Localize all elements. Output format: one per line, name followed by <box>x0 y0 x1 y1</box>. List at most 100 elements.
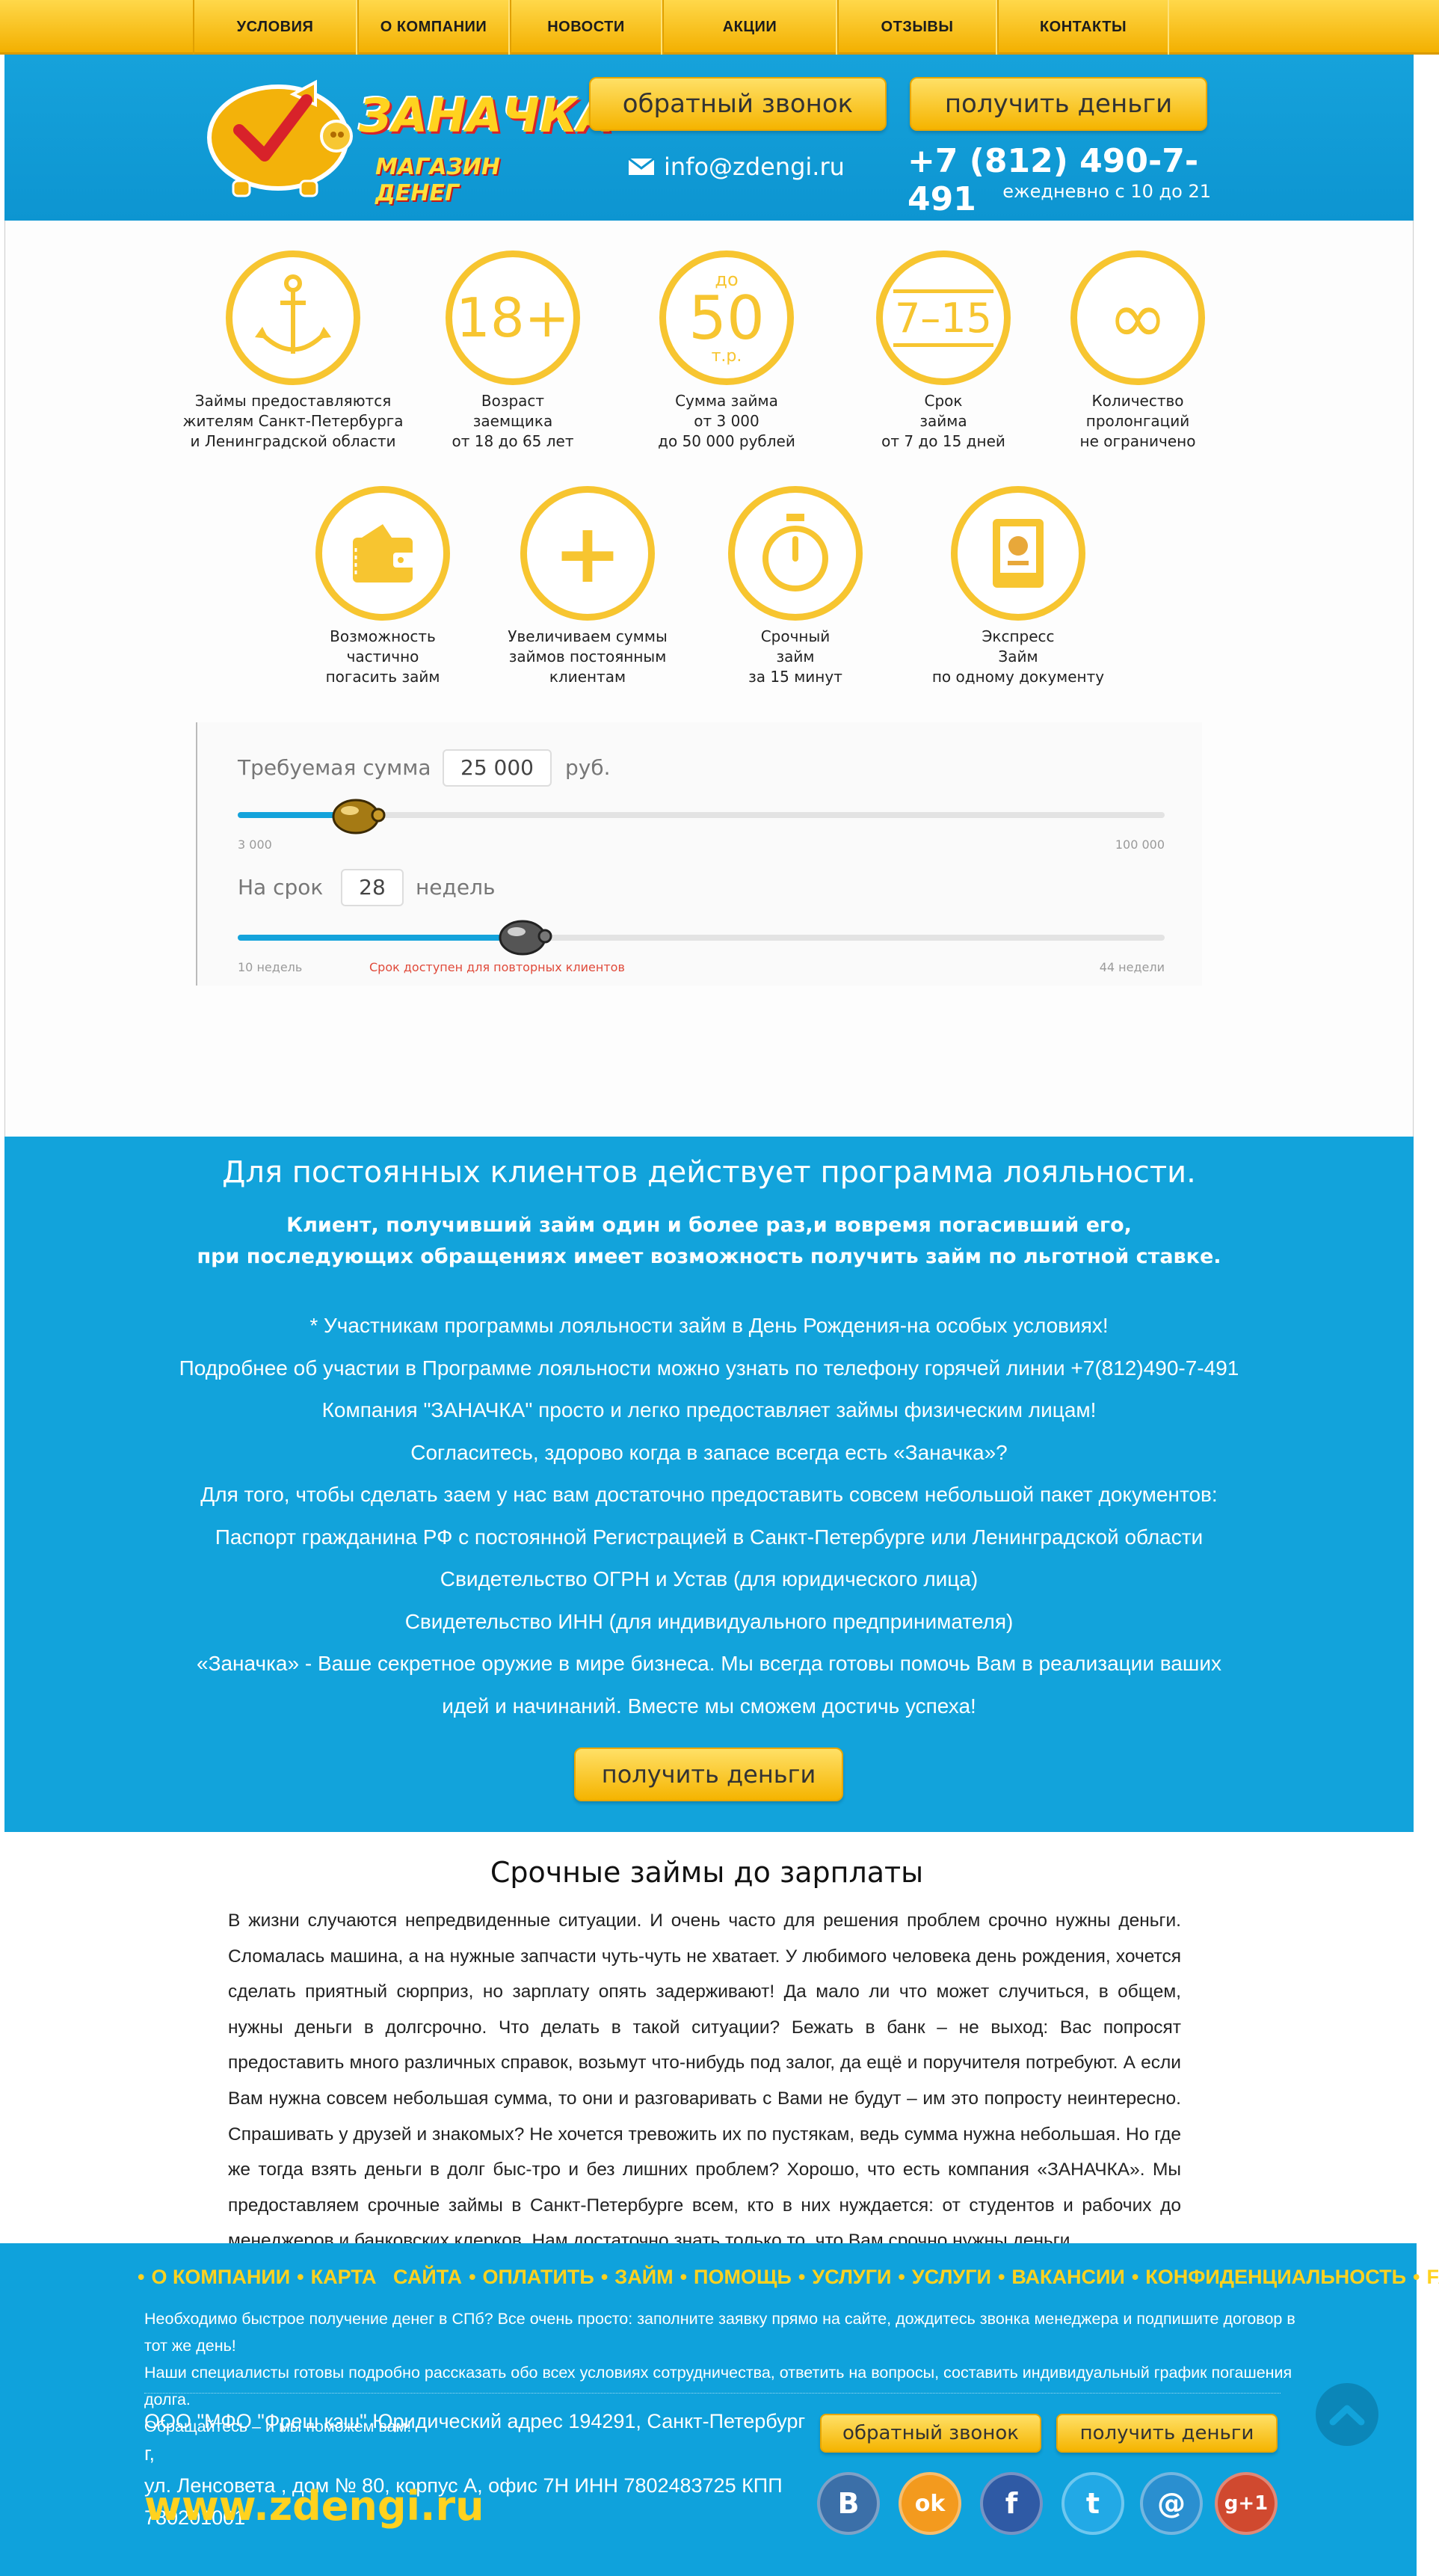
article-title: Срочные займы до зарплаты <box>490 1856 924 1889</box>
loyalty-text: * Участникам программы лояльности займ в… <box>4 1305 1414 1727</box>
loyalty-lead-line: Клиент, получивший займ один и более раз… <box>286 1214 1132 1237</box>
age-icon-text: 18+ <box>456 286 570 349</box>
footer-menu-separator: • <box>600 2266 608 2288</box>
footer-link-vacancies[interactable]: ВАКАНСИИ <box>1011 2266 1124 2289</box>
callback-button[interactable]: обратный звонок <box>589 77 887 131</box>
term-min: 10 недель <box>238 960 303 974</box>
term-icon: 7–15 <box>876 250 1011 385</box>
nav-item-conditions[interactable]: условия <box>193 0 357 55</box>
feature-caption: Возраст заемщика от 18 до 65 лет <box>452 392 574 450</box>
footer-link-help[interactable]: ПОМОЩЬ <box>694 2266 792 2289</box>
footer-link-privacy[interactable]: КОНФИДЕНЦИАЛЬНОСТЬ <box>1145 2266 1406 2289</box>
footer-menu: • О КОМПАНИИ • КАРТА САЙТА • ОПЛАТИТЬ • … <box>131 2266 1439 2289</box>
term-slider-thumb[interactable] <box>497 915 552 957</box>
vk-glyph: В <box>837 2487 860 2520</box>
amount-slider-thumb[interactable] <box>330 794 386 836</box>
article-body: В жизни случаются непредвиденные ситуаци… <box>228 1911 1181 2251</box>
loyalty-lead-line: при последующих обращениях имеет возможн… <box>197 1245 1221 1268</box>
document-icon <box>951 486 1085 621</box>
piggy-thumb-icon <box>332 799 386 834</box>
loyalty-title: Для постоянных клиентов действует програ… <box>222 1155 1196 1190</box>
amount-max: 100 000 <box>1115 837 1165 852</box>
google-plus-glyph: g+1 <box>1224 2492 1269 2515</box>
term-unit: недель <box>416 875 496 900</box>
twitter-icon[interactable]: t <box>1061 2472 1124 2535</box>
age-icon: 18+ <box>446 250 580 385</box>
plus-icon: + <box>520 486 655 621</box>
feature-caption: Возможность частично погасить займ <box>325 627 440 686</box>
amount-icon-text: 50 <box>688 283 765 353</box>
footer-callback-button[interactable]: обратный звонок <box>820 2414 1041 2453</box>
scroll-to-top-button[interactable] <box>1316 2383 1378 2446</box>
loyalty-line: Подробнее об участии в Программе лояльно… <box>179 1356 1239 1380</box>
logo[interactable]: ЗАНАЧКА МАГАЗИН ДЕНЕГ <box>203 72 614 206</box>
amount-input[interactable]: 25 000 <box>443 749 552 787</box>
get-money-button[interactable]: получить деньги <box>910 77 1207 131</box>
loyalty-line: «Заначка» - Ваше секретное оружие в мире… <box>197 1652 1221 1675</box>
odnoklassniki-glyph: ok <box>914 2490 946 2517</box>
feature-region: Займы предоставляются жителям Санкт-Пете… <box>181 250 405 452</box>
footer-menu-separator: • <box>798 2266 806 2288</box>
footer-menu-separator: • <box>1131 2266 1139 2288</box>
feature-amount: до 50 т.р. Сумма займа от 3 000 до 50 00… <box>614 250 839 452</box>
chevron-up-icon <box>1329 2405 1365 2426</box>
footer-menu-separator: • <box>469 2266 476 2288</box>
infinity-icon: ∞ <box>1070 250 1205 385</box>
nav-item-reviews[interactable]: отзывы <box>837 0 997 55</box>
feature-term: 7–15 Срок займа от 7 до 15 дней <box>831 250 1056 452</box>
footer-link-services[interactable]: УСЛУГИ <box>812 2266 891 2289</box>
feature-partial-repay: Возможность частично погасить займ <box>271 486 495 687</box>
vk-icon[interactable]: В <box>817 2472 880 2535</box>
email-contact[interactable]: info@zdengi.ru <box>628 150 845 184</box>
twitter-glyph: t <box>1085 2487 1100 2520</box>
term-input[interactable]: 28 <box>341 869 404 906</box>
nav-item-news[interactable]: новости <box>510 0 662 55</box>
facebook-icon[interactable]: f <box>980 2472 1043 2535</box>
loyalty-line: Компания "ЗАНАЧКА" просто и легко предос… <box>321 1398 1097 1421</box>
top-navigation: условия о компании новости акции отзывы … <box>0 0 1439 55</box>
term-note: Срок доступен для повторных клиентов <box>369 960 625 974</box>
logo-name: ЗАНАЧКА <box>359 88 614 143</box>
feature-caption: Займы предоставляются жителям Санкт-Пете… <box>182 392 404 450</box>
phone-number[interactable]: +7 (812) 490-7-491 <box>908 142 1221 218</box>
footer-get-money-button[interactable]: получить деньги <box>1056 2414 1278 2453</box>
site-url[interactable]: www.zdengi.ru <box>144 2483 484 2530</box>
footer-menu-separator: • <box>997 2266 1005 2288</box>
feature-prolongation: ∞ Количество пролонгаций не ограничено <box>1026 250 1250 452</box>
footer-link-sitemap[interactable]: КАРТА САЙТА <box>311 2266 462 2289</box>
working-hours: ежедневно с 10 до 21 <box>1002 181 1211 202</box>
amount-min: 3 000 <box>238 837 272 852</box>
footer-link-loan[interactable]: ЗАЙМ <box>614 2266 673 2289</box>
loyalty-lead: Клиент, получивший займ один и более раз… <box>4 1210 1414 1273</box>
footer-link-about[interactable]: О КОМПАНИИ <box>151 2266 290 2289</box>
google-plus-icon[interactable]: g+1 <box>1215 2472 1278 2535</box>
amount-icon-bottom: т.р. <box>711 347 742 366</box>
wallet-icon <box>315 486 450 621</box>
footer-menu-separator: • <box>898 2266 905 2288</box>
loyalty-line: Паспорт гражданина РФ с постоянной Регис… <box>215 1525 1204 1549</box>
feature-caption: Срок займа от 7 до 15 дней <box>881 392 1005 450</box>
amount-unit: руб. <box>565 755 611 780</box>
odnoklassniki-icon[interactable]: ok <box>899 2472 961 2535</box>
term-label: На срок <box>238 875 324 900</box>
footer-link-services-2[interactable]: УСЛУГИ <box>912 2266 991 2289</box>
nav-item-contacts[interactable]: контакты <box>997 0 1169 55</box>
mail-icon[interactable]: @ <box>1140 2472 1203 2535</box>
feature-caption: Количество пролонгаций не ограничено <box>1079 392 1196 450</box>
feature-express: Экспресс Займ по одному документу <box>906 486 1130 687</box>
nav-item-about[interactable]: о компании <box>357 0 510 55</box>
envelope-icon <box>628 158 655 175</box>
footer-link-pay[interactable]: ОПЛАТИТЬ <box>483 2266 594 2289</box>
footer-text-line: Необходимо быстрое получение денег в СПб… <box>144 2310 1295 2355</box>
anchor-icon <box>226 250 360 385</box>
feature-fast: Срочный займ за 15 минут <box>683 486 908 687</box>
term-slider-track[interactable] <box>238 935 1165 941</box>
footer-link-faq[interactable]: FAQ <box>1426 2266 1439 2289</box>
feature-caption: Сумма займа от 3 000 до 50 000 рублей <box>658 392 795 450</box>
loyalty-line: Свидетельство ИНН (для индивидуального п… <box>404 1609 1014 1633</box>
feature-caption: Срочный займ за 15 минут <box>748 627 842 686</box>
loyalty-get-money-button[interactable]: получить деньги <box>574 1747 843 1801</box>
company-line: ООО "МФО "Фреш кэш" Юридический адрес 19… <box>144 2410 806 2465</box>
infinity-icon-text: ∞ <box>1108 276 1168 360</box>
nav-item-promotions[interactable]: акции <box>662 0 837 55</box>
